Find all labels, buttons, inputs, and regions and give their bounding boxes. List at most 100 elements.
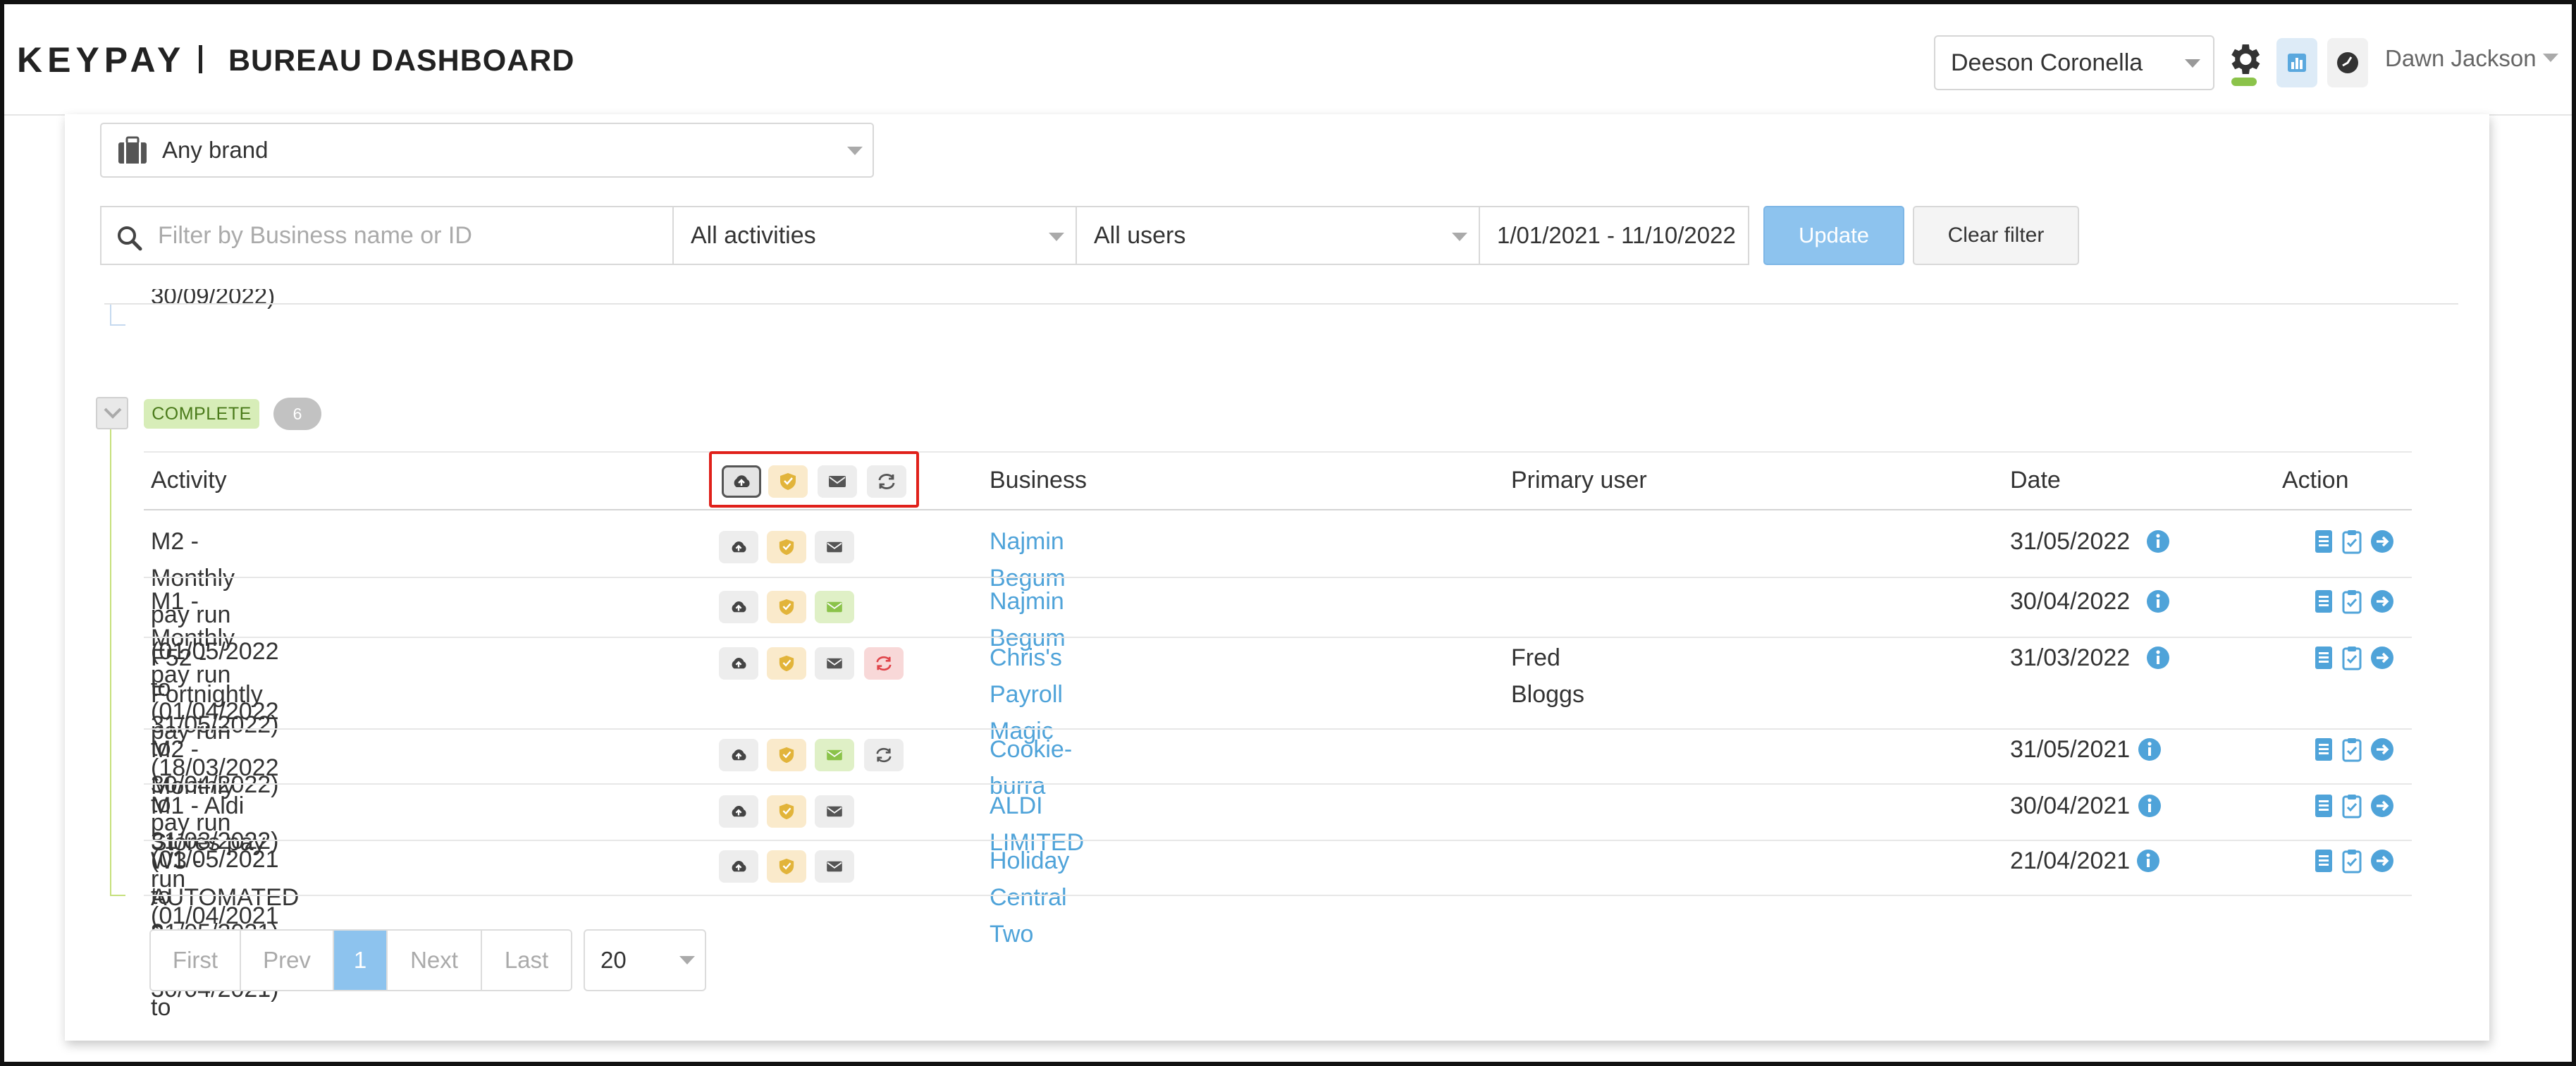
email-status[interactable] bbox=[815, 850, 854, 883]
column-header-action[interactable]: Action bbox=[2282, 467, 2349, 494]
business-link[interactable]: Holiday Central Two bbox=[990, 843, 1069, 952]
account-select-value: Deeson Coronella bbox=[1951, 49, 2143, 76]
users-select[interactable]: All users bbox=[1076, 206, 1480, 265]
next-page-button[interactable]: Next bbox=[388, 931, 482, 990]
view-document-button[interactable] bbox=[2313, 737, 2334, 766]
cloud-upload-icon bbox=[732, 601, 746, 613]
shield-status[interactable] bbox=[767, 531, 806, 563]
row-divider bbox=[144, 728, 2412, 730]
clipboard-icon bbox=[2342, 850, 2362, 874]
search-icon bbox=[118, 226, 142, 251]
date-info-button[interactable] bbox=[2145, 589, 2171, 618]
open-arrow-button[interactable] bbox=[2369, 529, 2395, 558]
dashboard-button[interactable] bbox=[2327, 38, 2368, 87]
arrow-right-circle-icon bbox=[2371, 530, 2393, 553]
cloud-status[interactable] bbox=[719, 850, 758, 883]
logo[interactable]: KEYPAY bbox=[17, 39, 185, 80]
cloud-upload-icon bbox=[732, 749, 746, 761]
open-arrow-button[interactable] bbox=[2369, 645, 2395, 674]
open-arrow-button[interactable] bbox=[2369, 848, 2395, 877]
shield-status[interactable] bbox=[767, 850, 806, 883]
cloud-upload-icon bbox=[732, 861, 746, 872]
reports-button[interactable] bbox=[2276, 38, 2317, 87]
view-document-button[interactable] bbox=[2313, 793, 2334, 822]
sync-filter-toggle[interactable] bbox=[867, 465, 906, 498]
date-text: 30/04/2022 bbox=[2010, 588, 2131, 615]
table-top-border bbox=[144, 451, 2412, 453]
account-select[interactable]: Deeson Coronella bbox=[1934, 35, 2214, 90]
cloud-filter-toggle[interactable] bbox=[722, 465, 761, 498]
envelope-icon bbox=[827, 658, 842, 669]
clear-filter-button[interactable]: Clear filter bbox=[1913, 206, 2079, 265]
view-document-button[interactable] bbox=[2313, 589, 2334, 618]
date-info-button[interactable] bbox=[2145, 645, 2171, 674]
cloud-status[interactable] bbox=[719, 591, 758, 623]
shield-status[interactable] bbox=[767, 795, 806, 828]
sync-status[interactable] bbox=[864, 647, 904, 680]
cloud-status[interactable] bbox=[719, 795, 758, 828]
email-filter-toggle[interactable] bbox=[818, 465, 857, 498]
clipboard-button[interactable] bbox=[2341, 848, 2362, 877]
sync-icon bbox=[876, 656, 892, 671]
shield-status[interactable] bbox=[767, 591, 806, 623]
cloud-status[interactable] bbox=[719, 739, 758, 771]
page-size-value: 20 bbox=[600, 947, 627, 973]
user-menu[interactable]: Dawn Jackson bbox=[2385, 45, 2537, 72]
column-header-activity[interactable]: Activity bbox=[151, 467, 227, 494]
cloud-status[interactable] bbox=[719, 647, 758, 680]
pagination: First Prev 1 Next Last bbox=[149, 929, 572, 991]
update-button[interactable]: Update bbox=[1763, 206, 1904, 265]
prev-page-button[interactable]: Prev bbox=[241, 931, 334, 990]
brand-select[interactable]: Any brand bbox=[100, 123, 874, 178]
timeline-tick bbox=[110, 324, 125, 326]
clipboard-button[interactable] bbox=[2341, 645, 2362, 674]
email-status[interactable] bbox=[815, 647, 854, 680]
first-page-button[interactable]: First bbox=[151, 931, 241, 990]
clipboard-button[interactable] bbox=[2341, 589, 2362, 618]
view-document-button[interactable] bbox=[2313, 645, 2334, 674]
sync-status[interactable] bbox=[864, 739, 904, 771]
open-arrow-button[interactable] bbox=[2369, 793, 2395, 822]
clipboard-button[interactable] bbox=[2341, 793, 2362, 822]
search-input[interactable]: Filter by Business name or ID bbox=[100, 206, 674, 265]
dashboard-gauge-icon bbox=[2337, 52, 2358, 73]
date-range-input[interactable]: 1/01/2021 - 11/10/2022 bbox=[1479, 206, 1749, 265]
view-document-button[interactable] bbox=[2313, 529, 2334, 558]
current-page-button[interactable]: 1 bbox=[334, 931, 388, 990]
document-icon bbox=[2315, 738, 2332, 761]
date-text: 21/04/2021 bbox=[2010, 847, 2131, 874]
email-status[interactable] bbox=[815, 591, 854, 623]
envelope-icon bbox=[829, 476, 846, 487]
brand-select-value: Any brand bbox=[162, 137, 269, 163]
shield-icon bbox=[779, 655, 794, 672]
column-header-primary-user[interactable]: Primary user bbox=[1511, 467, 1647, 494]
arrow-right-circle-icon bbox=[2371, 738, 2393, 761]
column-header-business[interactable]: Business bbox=[990, 467, 1087, 494]
page-size-select[interactable]: 20 bbox=[584, 929, 706, 991]
shield-status[interactable] bbox=[767, 647, 806, 680]
activities-select[interactable]: All activities bbox=[672, 206, 1077, 265]
envelope-icon bbox=[827, 749, 842, 761]
last-page-button[interactable]: Last bbox=[482, 931, 571, 990]
date-info-button[interactable] bbox=[2145, 529, 2171, 558]
view-document-button[interactable] bbox=[2313, 848, 2334, 877]
clipboard-button[interactable] bbox=[2341, 529, 2362, 558]
email-status[interactable] bbox=[815, 531, 854, 563]
info-icon bbox=[2138, 795, 2161, 817]
collapse-section-button[interactable] bbox=[96, 397, 128, 429]
date-info-button[interactable] bbox=[2137, 793, 2162, 822]
email-status[interactable] bbox=[815, 795, 854, 828]
shield-status[interactable] bbox=[767, 739, 806, 771]
shield-icon bbox=[779, 858, 794, 875]
email-status[interactable] bbox=[815, 739, 854, 771]
shield-filter-toggle[interactable] bbox=[768, 465, 808, 498]
open-arrow-button[interactable] bbox=[2369, 737, 2395, 766]
document-icon bbox=[2315, 647, 2332, 669]
cloud-status[interactable] bbox=[719, 531, 758, 563]
column-header-date[interactable]: Date bbox=[2010, 467, 2061, 494]
date-info-button[interactable] bbox=[2136, 848, 2161, 877]
date-range-value: 1/01/2021 - 11/10/2022 bbox=[1497, 222, 1736, 248]
date-info-button[interactable] bbox=[2137, 737, 2162, 766]
clipboard-button[interactable] bbox=[2341, 737, 2362, 766]
open-arrow-button[interactable] bbox=[2369, 589, 2395, 618]
